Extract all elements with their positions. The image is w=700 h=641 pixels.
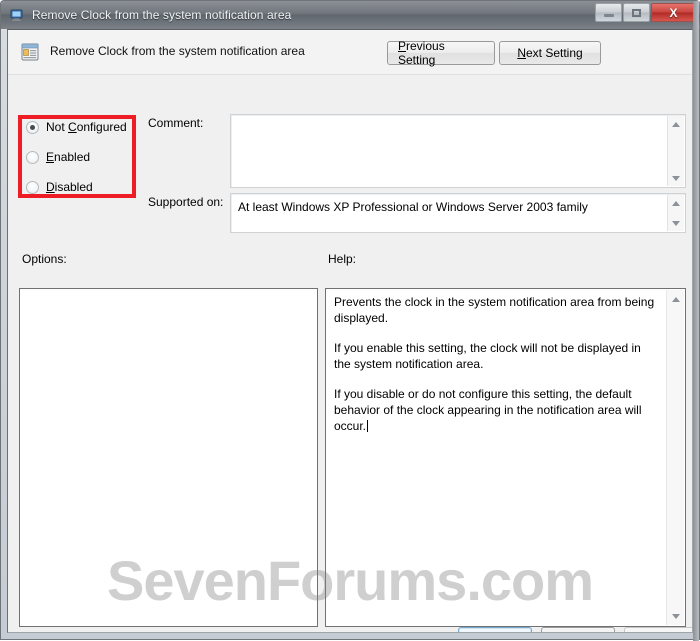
help-paragraph: If you disable or do not configure this … — [334, 387, 642, 433]
previous-setting-button[interactable]: Previous Setting — [387, 39, 495, 67]
comment-scroll-up-icon[interactable] — [668, 117, 684, 131]
help-scroll-down-icon[interactable] — [667, 609, 684, 623]
help-paragraph: Prevents the clock in the system notific… — [334, 295, 655, 325]
help-paragraph: If you enable this setting, the clock wi… — [334, 341, 641, 371]
policy-monitor-icon — [9, 7, 25, 23]
window-right-edge — [693, 1, 699, 641]
help-text-content: Prevents the clock in the system notific… — [334, 294, 656, 434]
radio-enabled[interactable]: Enabled — [26, 150, 136, 164]
supported-on-field: At least Windows XP Professional or Wind… — [230, 193, 686, 233]
radio-not-configured-label: Not Configured — [46, 120, 127, 134]
close-icon[interactable]: X — [651, 3, 696, 22]
comment-scroll-down-icon[interactable] — [668, 171, 684, 185]
text-caret — [367, 420, 369, 432]
apply-button: Apply — [624, 627, 692, 632]
window-title: Remove Clock from the system notificatio… — [32, 8, 292, 22]
help-scroll-up-icon[interactable] — [667, 292, 684, 306]
supported-scroll-up-icon[interactable] — [668, 196, 684, 210]
radio-disabled[interactable]: Disabled — [26, 180, 136, 194]
radio-not-configured[interactable]: Not Configured — [26, 120, 136, 134]
supported-on-value: At least Windows XP Professional or Wind… — [238, 200, 588, 214]
setting-header: Remove Clock from the system notificatio… — [8, 30, 692, 75]
comment-input[interactable] — [230, 114, 686, 188]
radio-enabled-label: Enabled — [46, 150, 91, 164]
next-setting-button[interactable]: Next Setting — [499, 41, 601, 65]
previous-setting-label: Previous Setting — [398, 39, 445, 67]
minimize-button[interactable] — [595, 3, 622, 22]
group-policy-setting-dialog: Remove Clock from the system notificatio… — [0, 0, 700, 641]
supported-scroll-down-icon[interactable] — [668, 216, 684, 230]
radio-disabled-mark — [26, 180, 39, 194]
radio-enabled-mark — [26, 150, 39, 164]
title-bar[interactable]: Remove Clock from the system notificatio… — [1, 1, 700, 29]
help-scrollbar[interactable] — [666, 290, 684, 625]
setting-state-radio-group: Not Configured Enabled Disabled — [26, 120, 136, 194]
policy-setting-icon — [20, 42, 40, 62]
next-setting-label: Next Setting — [517, 46, 583, 60]
comment-scrollbar[interactable] — [667, 116, 684, 186]
radio-not-configured-mark — [26, 120, 39, 134]
setting-title: Remove Clock from the system notificatio… — [50, 44, 305, 58]
caption-button-group: X — [595, 3, 696, 22]
ok-button[interactable]: OK — [458, 627, 532, 632]
radio-disabled-label: Disabled — [46, 180, 93, 194]
comment-label: Comment: — [148, 116, 204, 130]
maximize-restore-button[interactable] — [623, 3, 650, 22]
options-panel[interactable] — [19, 288, 318, 627]
cancel-button[interactable]: Cancel — [541, 627, 615, 632]
help-panel[interactable]: Prevents the clock in the system notific… — [325, 288, 686, 627]
dialog-client-area: Remove Clock from the system notificatio… — [7, 29, 693, 633]
help-label: Help: — [328, 252, 357, 266]
options-label: Options: — [22, 252, 67, 266]
supported-on-label: Supported on: — [148, 195, 224, 209]
supported-on-scrollbar[interactable] — [667, 195, 684, 231]
